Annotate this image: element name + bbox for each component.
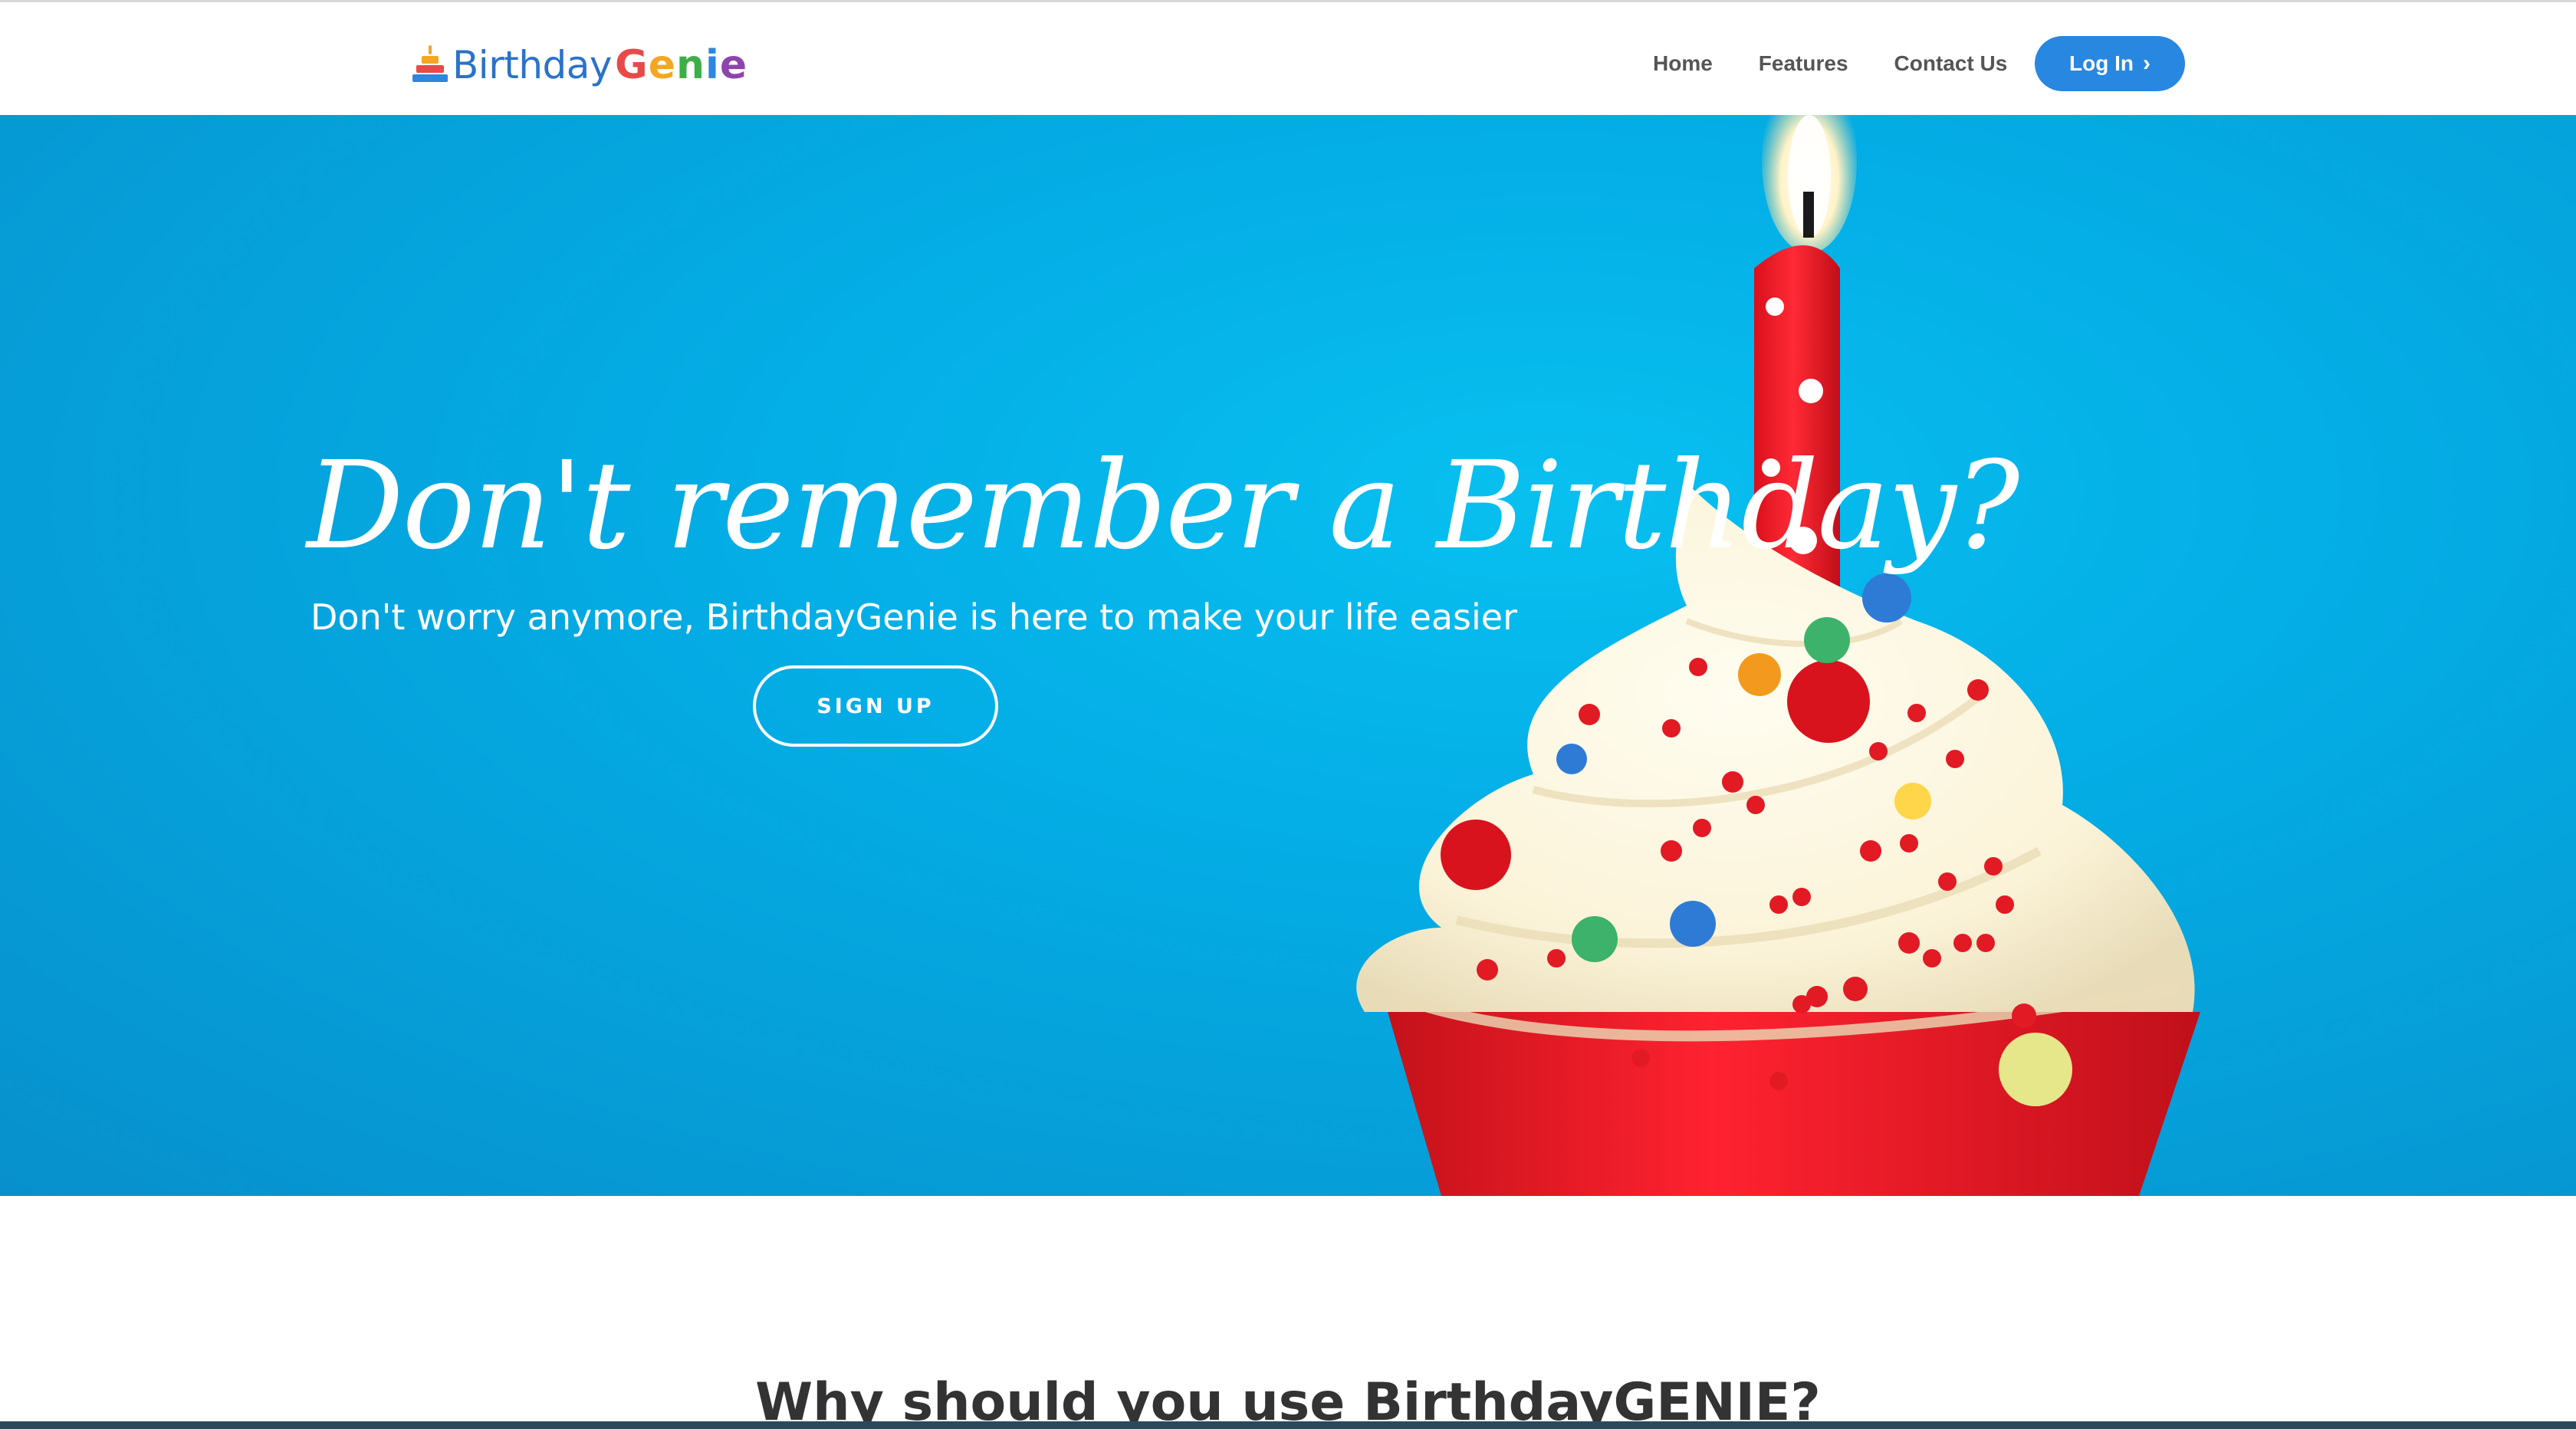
login-button-label: Log In bbox=[2069, 51, 2134, 75]
hero-title: Don't remember a Birthday? bbox=[307, 435, 2019, 577]
chevron-right-icon: › bbox=[2142, 51, 2150, 76]
logo-text-prefix: Birthday bbox=[452, 43, 613, 87]
cake-logo-icon bbox=[411, 45, 449, 88]
nav-link-features[interactable]: Features bbox=[1759, 51, 1848, 76]
nav-links: Home Features Contact Us bbox=[1653, 36, 2030, 91]
hero-subtitle: Don't worry anymore, BirthdayGenie is he… bbox=[310, 596, 1518, 638]
section-title: Why should you use BirthdayGENIE? bbox=[755, 1372, 1821, 1429]
nav-link-home[interactable]: Home bbox=[1653, 51, 1713, 76]
cupcake-candle-image bbox=[1356, 115, 2200, 1196]
signup-button[interactable]: SIGN UP bbox=[753, 665, 998, 747]
login-button[interactable]: Log In › bbox=[2035, 36, 2185, 91]
logo-text-genie: Genie bbox=[615, 42, 748, 88]
hero-banner: Don't remember a Birthday? Don't worry a… bbox=[0, 115, 2576, 1196]
section-bottom-strip bbox=[0, 1421, 2576, 1429]
brand-logo[interactable]: Birthday Genie bbox=[411, 34, 748, 88]
nav-link-contact-us[interactable]: Contact Us bbox=[1894, 51, 2008, 76]
navbar: Birthday Genie Home Features Contact Us … bbox=[0, 0, 2576, 115]
